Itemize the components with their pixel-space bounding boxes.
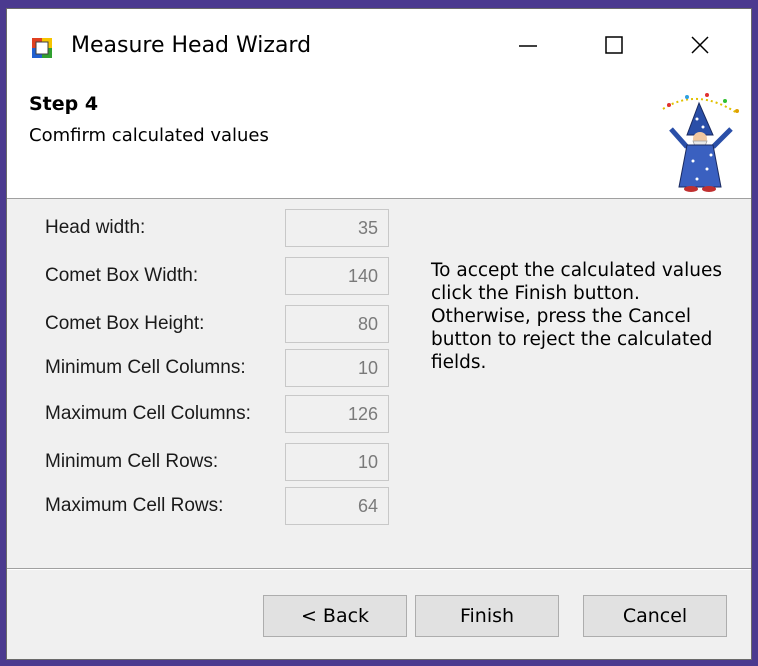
comet-box-width-label: Comet Box Width: <box>45 265 199 286</box>
min-cell-columns-field[interactable] <box>285 349 389 387</box>
field-row-head-width: Head width: <box>7 209 407 249</box>
title-bar[interactable]: Measure Head Wizard <box>7 9 751 81</box>
max-cell-rows-field[interactable] <box>285 487 389 525</box>
app-icon <box>32 38 52 58</box>
head-width-field[interactable] <box>285 209 389 247</box>
field-row-min-cell-columns: Minimum Cell Columns: <box>7 349 407 389</box>
field-row-comet-box-height: Comet Box Height: <box>7 305 407 345</box>
max-cell-columns-field[interactable] <box>285 395 389 433</box>
field-row-comet-box-width: Comet Box Width: <box>7 257 407 297</box>
min-cell-rows-label: Minimum Cell Rows: <box>45 451 219 472</box>
wizard-header: Step 4 Comfirm calculated values <box>7 81 751 199</box>
wizard-mascot-icon <box>662 93 739 192</box>
finish-button[interactable]: Finish <box>415 595 559 637</box>
minimize-button[interactable] <box>485 9 571 81</box>
wizard-window: Measure Head Wizard Step 4 Comfirm calcu… <box>6 8 752 660</box>
step-description: Comfirm calculated values <box>29 125 269 146</box>
field-row-max-cell-rows: Maximum Cell Rows: <box>7 487 407 527</box>
close-icon <box>691 36 709 54</box>
cancel-button[interactable]: Cancel <box>583 595 727 637</box>
instruction-text: To accept the calculated values click th… <box>431 260 722 373</box>
maximize-button[interactable] <box>571 9 657 81</box>
comet-box-height-field[interactable] <box>285 305 389 343</box>
max-cell-columns-label: Maximum Cell Columns: <box>45 403 251 424</box>
close-button[interactable] <box>657 9 743 81</box>
minimize-icon <box>519 45 537 47</box>
min-cell-rows-field[interactable] <box>285 443 389 481</box>
comet-box-width-field[interactable] <box>285 257 389 295</box>
maximize-icon <box>605 36 623 54</box>
max-cell-rows-label: Maximum Cell Rows: <box>45 495 224 516</box>
footer-divider <box>7 568 751 570</box>
comet-box-height-label: Comet Box Height: <box>45 313 205 334</box>
field-row-max-cell-columns: Maximum Cell Columns: <box>7 395 407 435</box>
step-title: Step 4 <box>29 93 99 115</box>
window-title: Measure Head Wizard <box>71 33 312 58</box>
back-button[interactable]: < Back <box>263 595 407 637</box>
min-cell-columns-label: Minimum Cell Columns: <box>45 357 246 378</box>
head-width-label: Head width: <box>45 217 146 238</box>
field-row-min-cell-rows: Minimum Cell Rows: <box>7 443 407 483</box>
